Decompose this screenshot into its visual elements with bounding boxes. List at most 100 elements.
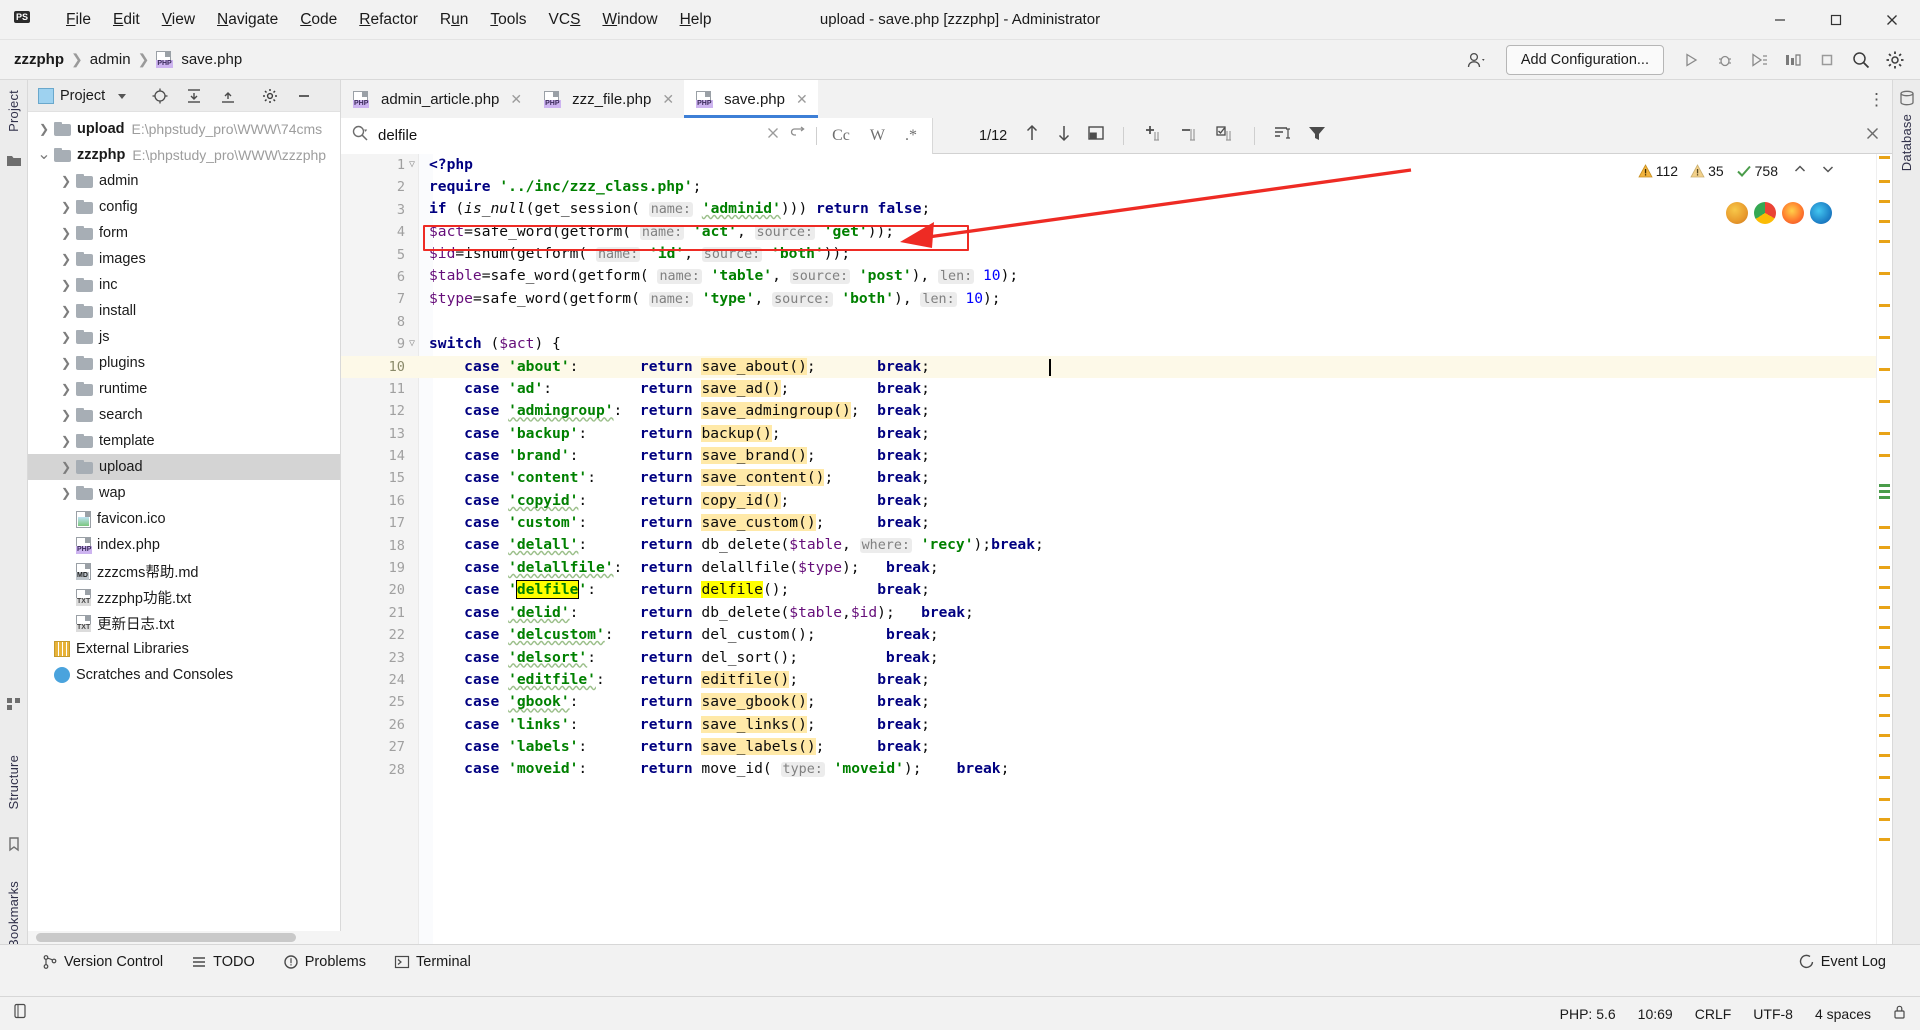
chevron-down-icon[interactable] — [109, 83, 135, 109]
add-occurrence-icon[interactable] — [1142, 123, 1164, 148]
search-input[interactable]: delfile — [378, 127, 417, 144]
chevron-right-icon[interactable]: ❯ — [56, 278, 76, 292]
match-case-toggle[interactable]: Cc — [827, 127, 855, 145]
project-folder-icon[interactable] — [6, 152, 22, 168]
inspection-marker[interactable] — [1879, 156, 1890, 159]
menu-run[interactable]: Run — [429, 8, 479, 32]
code-line[interactable]: 15 case 'content': return save_content()… — [341, 467, 1892, 489]
code-line[interactable]: 14 case 'brand': return save_brand(); br… — [341, 445, 1892, 467]
tree-node[interactable]: ❯ upload E:\phpstudy_pro\WWW\74cms — [28, 116, 340, 142]
project-horizontal-scrollbar[interactable] — [36, 933, 296, 942]
debug-icon[interactable] — [1710, 45, 1740, 75]
code-line[interactable]: 25 case 'gbook': return save_gbook(); br… — [341, 691, 1892, 713]
tree-node[interactable]: ❯ admin — [28, 168, 340, 194]
encoding-status[interactable]: UTF-8 — [1753, 1006, 1793, 1022]
collapse-all-icon[interactable] — [215, 83, 241, 109]
menu-tools[interactable]: Tools — [479, 8, 537, 32]
tree-node[interactable]: PHP index.php — [28, 532, 340, 558]
code-line[interactable]: 8 — [341, 311, 1892, 333]
close-button[interactable] — [1864, 0, 1920, 40]
code-line[interactable]: 16 case 'copyid': return copy_id(); brea… — [341, 490, 1892, 512]
inspection-marker[interactable] — [1879, 368, 1890, 371]
chevron-right-icon[interactable]: ❯ — [56, 356, 76, 370]
settings-gear-icon[interactable] — [1880, 45, 1910, 75]
minimize-button[interactable] — [1752, 0, 1808, 40]
words-toggle[interactable]: W — [865, 127, 890, 145]
code-line[interactable]: 17 case 'custom': return save_custom(); … — [341, 512, 1892, 534]
inspection-prev-icon[interactable] — [1792, 162, 1808, 179]
code-fold-icon[interactable]: ▽ — [405, 333, 419, 355]
editor-tab[interactable]: PHP zzz_file.php ✕ — [532, 80, 684, 118]
chevron-right-icon[interactable]: ❯ — [56, 174, 76, 188]
chevron-down-icon[interactable]: ⌄ — [34, 147, 54, 163]
inspection-marker[interactable] — [1879, 240, 1890, 243]
profile-icon[interactable] — [1778, 45, 1808, 75]
inspection-marker[interactable] — [1879, 566, 1890, 569]
select-all-occurrences-icon[interactable] — [1087, 124, 1105, 147]
code-fold-icon[interactable]: ▽ — [405, 154, 419, 176]
code-line[interactable]: 19 case 'delallfile': return delallfile(… — [341, 557, 1892, 579]
chevron-right-icon[interactable]: ❯ — [56, 460, 76, 474]
inspection-marker[interactable] — [1879, 586, 1890, 589]
ie-icon[interactable] — [1726, 202, 1748, 224]
expand-all-icon[interactable] — [181, 83, 207, 109]
inspection-next-icon[interactable] — [1820, 162, 1836, 179]
code-line[interactable]: 20 case 'delfile': return delfile(); bre… — [341, 579, 1892, 601]
rail-database-label[interactable]: Database — [1899, 114, 1914, 171]
lock-icon[interactable] — [1893, 1004, 1906, 1023]
tree-node[interactable]: ❯ js — [28, 324, 340, 350]
menu-navigate[interactable]: Navigate — [206, 8, 289, 32]
inspection-marker[interactable] — [1879, 526, 1890, 529]
inspection-marker[interactable] — [1879, 714, 1890, 717]
inspection-marker[interactable] — [1879, 666, 1890, 669]
tree-node[interactable]: ❯ search — [28, 402, 340, 428]
menu-help[interactable]: Help — [669, 8, 723, 32]
code-line[interactable]: 27 case 'labels': return save_labels(); … — [341, 736, 1892, 758]
select-occurrences-icon[interactable] — [1214, 123, 1236, 148]
warning-count-badge[interactable]: 112 — [1638, 163, 1678, 179]
code-line[interactable]: 28 case 'moveid': return move_id( type: … — [341, 759, 1892, 781]
rail-structure-label[interactable]: Structure — [6, 755, 21, 810]
menu-file[interactable]: FFileile — [55, 8, 102, 32]
tree-node[interactable]: favicon.ico — [28, 506, 340, 532]
chevron-right-icon[interactable]: ❯ — [56, 382, 76, 396]
hide-panel-icon[interactable] — [291, 83, 317, 109]
code-line[interactable]: 10 case 'about': return save_about(); br… — [341, 355, 1892, 378]
stop-icon[interactable] — [1812, 45, 1842, 75]
inspection-marker[interactable] — [1879, 432, 1890, 435]
tree-node[interactable]: ❯ images — [28, 246, 340, 272]
firefox-icon[interactable] — [1782, 202, 1804, 224]
run-icon[interactable] — [1676, 45, 1706, 75]
chevron-right-icon[interactable]: ❯ — [56, 304, 76, 318]
inspection-marker[interactable] — [1879, 646, 1890, 649]
inspection-marker[interactable] — [1879, 454, 1890, 457]
code-line[interactable]: 26 case 'links': return save_links(); br… — [341, 714, 1892, 736]
code-line[interactable]: 5 $id=isnum(getform( name: 'id', source: … — [341, 244, 1892, 266]
inspection-marker[interactable] — [1879, 220, 1890, 223]
close-tab-icon[interactable]: ✕ — [662, 91, 674, 108]
close-tab-icon[interactable]: ✕ — [796, 91, 808, 108]
code-line[interactable]: 21 case 'delid': return db_delete($table… — [341, 602, 1892, 624]
inspection-marker[interactable] — [1879, 272, 1890, 275]
tree-node[interactable]: Scratches and Consoles — [28, 662, 340, 688]
remove-occurrence-icon[interactable] — [1178, 123, 1200, 148]
inspection-marker[interactable] — [1879, 546, 1890, 549]
code-lines[interactable]: 1 ▽ <?php 2 require '../inc/zzz_class.php'; 3… — [341, 154, 1892, 970]
inspection-widget[interactable]: 112 35 758 — [1638, 162, 1836, 179]
breadcrumb-file[interactable]: save.php — [181, 51, 242, 68]
structure-icon[interactable] — [6, 696, 22, 712]
search-everywhere-icon[interactable] — [1846, 45, 1876, 75]
code-line[interactable]: 3 if (is_null(get_session( name: 'adminid… — [341, 199, 1892, 221]
clear-search-icon[interactable] — [766, 126, 780, 145]
rail-project-label[interactable]: Project — [6, 90, 21, 132]
code-line[interactable]: 11 case 'ad': return save_ad(); break; — [341, 378, 1892, 400]
status-layout-icon[interactable] — [12, 1003, 28, 1024]
menu-view[interactable]: View — [151, 8, 206, 32]
ok-count-badge[interactable]: 758 — [1736, 163, 1778, 179]
find-next-icon[interactable] — [1055, 123, 1073, 148]
sort-results-icon[interactable] — [1273, 124, 1293, 147]
chevron-right-icon[interactable]: ❯ — [34, 122, 54, 136]
tree-node[interactable]: External Libraries — [28, 636, 340, 662]
chevron-right-icon[interactable]: ❯ — [56, 434, 76, 448]
project-settings-gear-icon[interactable] — [257, 83, 283, 109]
